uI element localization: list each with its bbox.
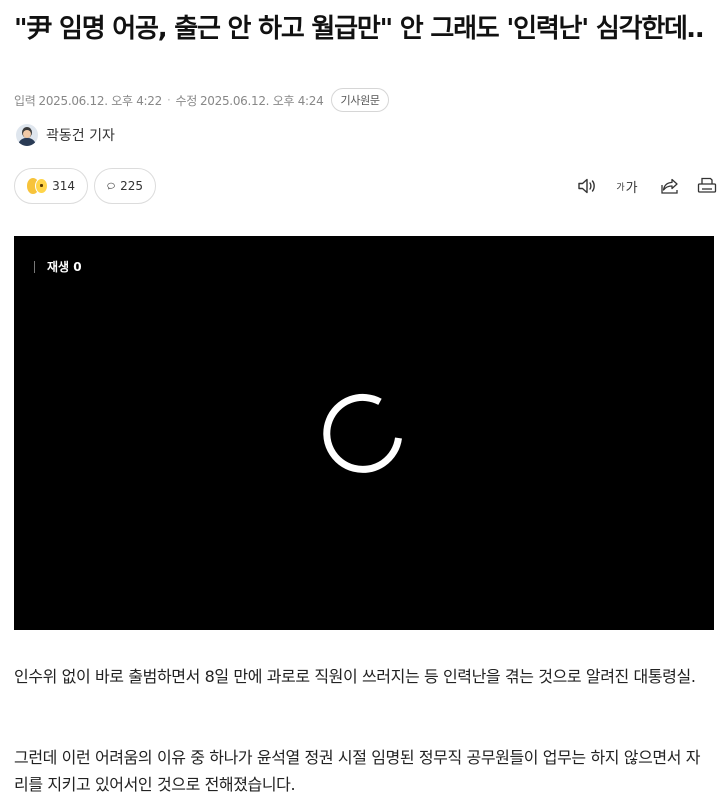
action-bar: 314 225 가 가 — [14, 168, 717, 204]
speaker-button[interactable] — [576, 174, 598, 198]
original-article-button[interactable]: 기사원문 — [331, 88, 389, 112]
reporter-avatar — [16, 124, 38, 146]
reaction-button[interactable]: 314 — [14, 168, 88, 204]
share-button[interactable] — [659, 174, 681, 198]
print-icon — [697, 177, 717, 193]
playback-status: 재생 0 — [34, 258, 82, 275]
reporter-name[interactable]: 곽동건 기자 — [46, 125, 115, 145]
video-player[interactable]: 재생 0 — [14, 236, 714, 630]
status-divider — [34, 260, 35, 273]
modified-time: 2025.06.12. 오후 4:24 — [199, 93, 324, 108]
smile-emoji-icon — [35, 178, 49, 194]
comment-button[interactable]: 225 — [94, 168, 156, 204]
print-button[interactable] — [696, 174, 718, 198]
input-label: 입력 — [14, 93, 36, 108]
loading-spinner-icon — [323, 393, 402, 473]
font-large-glyph: 가 — [625, 180, 638, 196]
reporter-byline[interactable]: 곽동건 기자 — [16, 123, 115, 147]
article-paragraph-2: 그런데 이런 어려움의 이유 중 하나가 윤석열 정권 시절 임명된 정무직 공… — [14, 748, 701, 794]
font-small-glyph: 가 — [616, 182, 625, 193]
article-headline: "尹 임명 어공, 출근 안 하고 월급만" 안 그래도 '인력난' 심각한데‥ — [14, 14, 704, 44]
modified-label: 수정 — [175, 93, 197, 108]
speaker-icon — [578, 178, 595, 194]
article-paragraph-1: 인수위 없이 바로 출범하면서 8일 만에 과로로 직원이 쓰러지는 등 인력난… — [14, 667, 696, 686]
input-time: 2025.06.12. 오후 4:22 — [38, 93, 162, 108]
share-icon — [661, 178, 678, 194]
playback-status-text: 재생 0 — [47, 260, 82, 274]
meta-separator: · — [166, 93, 171, 107]
font-size-button[interactable]: 가 가 — [614, 174, 640, 198]
comment-bubble-icon — [107, 182, 115, 190]
article-meta: 입력 2025.06.12. 오후 4:22 · 수정 2025.06.12. … — [14, 88, 389, 112]
reaction-count: 314 — [52, 179, 75, 193]
comment-count: 225 — [120, 179, 143, 193]
